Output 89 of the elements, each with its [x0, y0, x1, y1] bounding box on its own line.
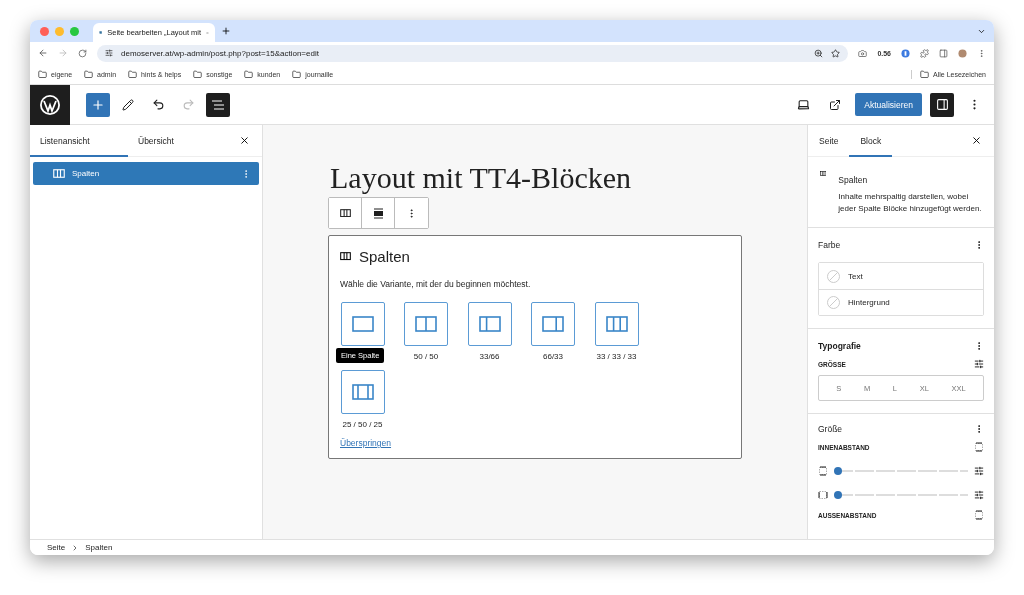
extension-icon[interactable]: [901, 48, 910, 58]
settings-button[interactable]: [930, 92, 954, 117]
sidebar-icon: [935, 98, 949, 111]
redo-icon: [181, 98, 195, 111]
variant-button[interactable]: [404, 302, 448, 346]
align-icon: [372, 207, 384, 219]
list-view-item[interactable]: Spalten: [33, 162, 259, 185]
variant-label: 33/66: [479, 352, 500, 362]
columns-icon: [820, 169, 827, 178]
list-item-label: Spalten: [72, 169, 101, 178]
document-overview-button[interactable]: [206, 92, 230, 117]
zoom-icon[interactable]: [814, 48, 824, 58]
breadcrumb-link[interactable]: Seite: [47, 543, 66, 552]
close-icon[interactable]: [239, 135, 250, 146]
bookmark-star-icon[interactable]: [831, 48, 841, 58]
wordpress-logo[interactable]: [30, 84, 70, 125]
slider-thumb[interactable]: [834, 491, 842, 499]
variant-button[interactable]: [467, 302, 512, 346]
laptop-icon: [796, 98, 810, 111]
columns-icon: [53, 169, 65, 178]
folder-icon: [84, 69, 94, 79]
section-title: Größe: [818, 424, 843, 434]
external-link-icon: [829, 98, 842, 111]
section-title: Typografie: [818, 341, 861, 351]
columns-layout-icon: [351, 316, 374, 332]
new-tab-icon[interactable]: [221, 26, 231, 36]
profile-avatar[interactable]: [958, 48, 967, 58]
variant-button[interactable]: [531, 302, 575, 346]
side-panel-icon[interactable]: [939, 48, 948, 58]
folder-icon: [292, 69, 302, 79]
wordpress-logo-icon: [39, 93, 61, 116]
custom-value-icon[interactable]: [974, 490, 984, 500]
camera-icon[interactable]: [858, 48, 868, 58]
columns-layout-icon: [605, 316, 628, 332]
block-type-button[interactable]: [329, 198, 362, 228]
browser-menu-icon[interactable]: [977, 48, 986, 58]
skip-link[interactable]: Überspringen: [340, 438, 392, 448]
variant-button[interactable]: [340, 302, 385, 346]
margin-icon: [974, 510, 984, 520]
columns-icon: [339, 208, 351, 218]
panel-tab[interactable]: Übersicht: [128, 124, 226, 157]
block-name: Spalten: [838, 175, 868, 185]
horizontal-padding-icon: [818, 490, 828, 500]
vertical-padding-icon: [818, 466, 828, 476]
extensions-icon[interactable]: [920, 48, 929, 58]
breadcrumb-link[interactable]: Spalten: [85, 543, 113, 552]
site-settings-icon[interactable]: [105, 49, 113, 57]
folder-icon: [38, 69, 47, 79]
variant-label: 50 / 50: [413, 352, 439, 362]
padding-icon: [974, 442, 984, 452]
add-block-button[interactable]: [86, 92, 110, 117]
custom-size-icon[interactable]: [974, 359, 984, 369]
url-text: demoserver.at/wp-admin/post.php?post=15&action=edit: [121, 48, 319, 58]
folder-icon: [193, 69, 203, 79]
reload-icon[interactable]: [78, 48, 87, 58]
folder-icon: [128, 69, 138, 79]
plus-icon: [91, 97, 105, 112]
close-icon[interactable]: [971, 135, 982, 146]
address-bar[interactable]: demoserver.at/wp-admin/post.php?post=15&action=edit: [97, 44, 849, 62]
custom-value-icon[interactable]: [974, 466, 984, 476]
post-title[interactable]: Layout mit TT4-Blöcken: [330, 161, 742, 195]
slider-thumb[interactable]: [834, 467, 842, 475]
sidebar-tab[interactable]: Seite: [808, 125, 850, 157]
columns-layout-icon: [351, 384, 374, 400]
section-title: Farbe: [818, 240, 841, 250]
columns-icon: [340, 252, 351, 261]
folder-icon: [244, 69, 254, 79]
variant-label: 33 / 33 / 33: [596, 352, 637, 362]
instruction-text: Wähle die Variante, mit der du beginnen möchtest.: [340, 279, 532, 289]
variant-label: 25 / 50 / 25: [342, 420, 383, 430]
back-icon[interactable]: [38, 48, 48, 58]
folder-icon: [920, 69, 930, 79]
block-description: Inhalte mehrspaltig darstellen, wobei jeder Spalte Blöcke hinzugefügt werden.: [838, 191, 983, 215]
empty-swatch-icon: [827, 269, 840, 283]
columns-layout-icon: [478, 316, 501, 332]
variant-label: 66/33: [543, 352, 563, 362]
variant-button[interactable]: [594, 302, 639, 346]
variant-button[interactable]: [340, 370, 385, 414]
list-icon: [212, 99, 224, 110]
update-button[interactable]: Aktualisieren: [855, 93, 922, 116]
sidebar-tab[interactable]: Block: [849, 125, 893, 157]
pencil-icon: [122, 98, 134, 111]
empty-swatch-icon: [827, 296, 840, 309]
color-option[interactable]: Hintergrund: [819, 289, 983, 315]
placeholder-title: Spalten: [359, 248, 410, 265]
columns-layout-icon: [415, 316, 437, 332]
undo-icon: [151, 98, 165, 111]
columns-layout-icon: [542, 316, 564, 332]
panel-tab[interactable]: Listenansicht: [30, 124, 128, 157]
